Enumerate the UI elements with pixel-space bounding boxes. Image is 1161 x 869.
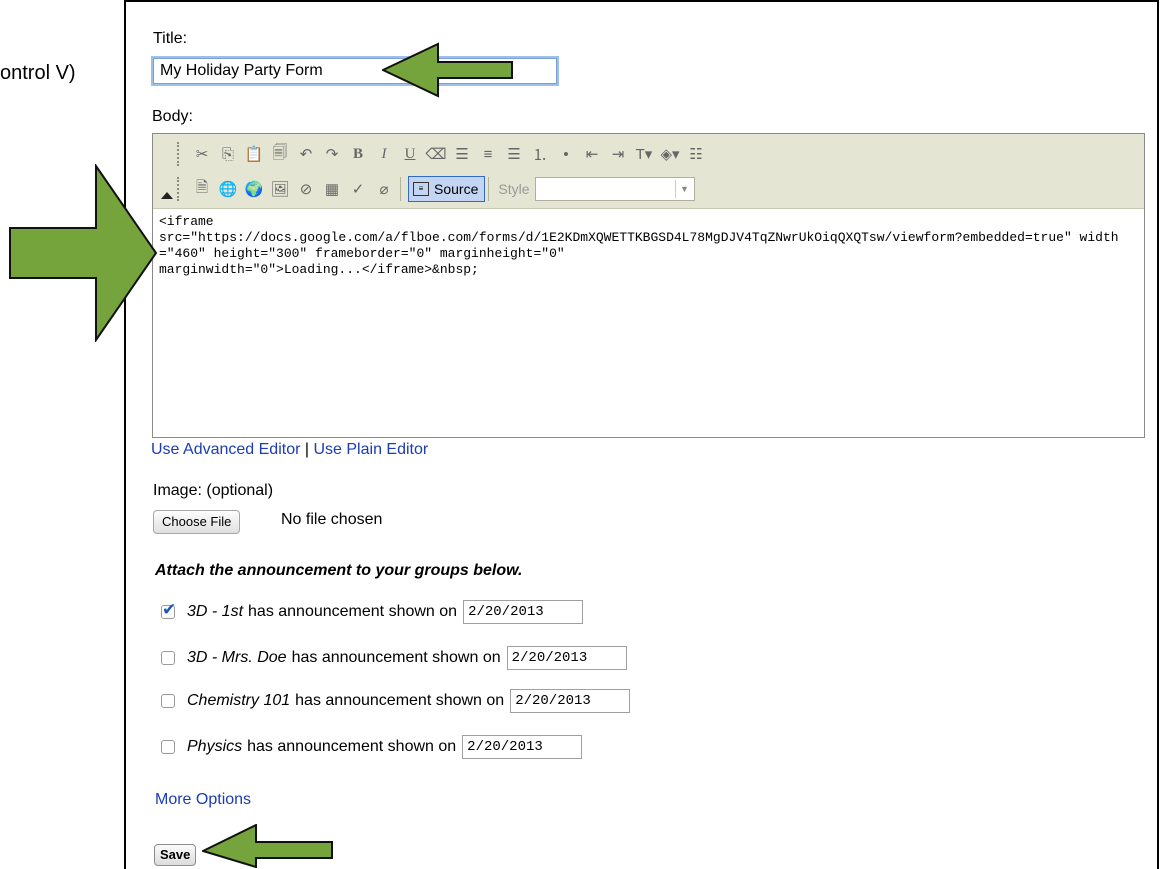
outside-note: ontrol V) xyxy=(0,62,76,84)
attach-heading: Attach the announcement to your groups b… xyxy=(155,562,523,579)
underline-icon[interactable]: U xyxy=(397,142,423,166)
group-name: 3D - Mrs. Doe xyxy=(187,649,287,666)
group-row: Physics has announcement shown on xyxy=(161,733,583,761)
style-select[interactable]: ▼ xyxy=(535,177,696,201)
cut-icon[interactable]: ✂ xyxy=(189,142,215,166)
arrow-right-icon xyxy=(9,164,158,342)
spellcheck-icon[interactable]: ✓ xyxy=(345,177,371,201)
toolbar-separator xyxy=(400,177,401,201)
use-plain-editor-link[interactable]: Use Plain Editor xyxy=(313,441,428,458)
file-status: No file chosen xyxy=(281,511,383,528)
group-checkbox[interactable] xyxy=(161,740,175,754)
align-center-icon[interactable]: ≡ xyxy=(475,142,501,166)
toolbar-collapse-icon[interactable] xyxy=(161,192,173,199)
redo-icon[interactable]: ↷ xyxy=(319,142,345,166)
arrow-left-icon xyxy=(382,42,513,98)
arrow-shape xyxy=(382,42,513,98)
undo-icon[interactable]: ↶ xyxy=(293,142,319,166)
group-date-input[interactable] xyxy=(510,689,631,713)
arrow-shape xyxy=(202,824,333,868)
style-label: Style xyxy=(498,181,530,197)
group-suffix: has announcement shown on xyxy=(248,603,458,620)
group-checkbox[interactable] xyxy=(161,651,175,665)
toolbar-row-2: 🗎 🌐 🌍 🖼 ⊘ ▦ ✓ ⌀ ≡ Source Style ▼ xyxy=(177,174,696,204)
outdent-icon[interactable]: ⇤ xyxy=(579,142,605,166)
group-row: 3D - Mrs. Doe has announcement shown on xyxy=(161,644,627,672)
numbered-list-icon[interactable]: ⒈ xyxy=(527,142,553,166)
editor-toolbar: ✂ ⎘ 📋 🗐 ↶ ↷ B I U ⌫ ☰ ≡ ☰ ⒈ • ⇤ ⇥ T▾ ◈▾ … xyxy=(153,134,1144,209)
more-options-link[interactable]: More Options xyxy=(155,791,251,809)
bold-icon[interactable]: B xyxy=(345,142,371,166)
source-label: Source xyxy=(434,181,479,197)
toolbar-grip xyxy=(177,142,183,166)
table-icon[interactable]: ▦ xyxy=(319,177,345,201)
copy-icon[interactable]: ⎘ xyxy=(215,142,241,166)
align-left-icon[interactable]: ☰ xyxy=(449,142,475,166)
announcement-form: Title: Body: ✂ ⎘ 📋 🗐 ↶ ↷ B I U ⌫ ☰ ≡ ☰ ⒈ xyxy=(124,0,1159,869)
eraser-icon[interactable]: ⌀ xyxy=(371,177,397,201)
group-name: Chemistry 101 xyxy=(187,692,291,709)
chevron-down-icon: ▼ xyxy=(675,180,692,198)
toolbar-separator xyxy=(488,177,490,201)
paste-icon[interactable]: 📋 xyxy=(241,142,267,166)
link-icon[interactable]: 🌐 xyxy=(215,177,241,201)
italic-icon[interactable]: I xyxy=(371,142,397,166)
group-date-input[interactable] xyxy=(506,646,627,670)
group-date-input[interactable] xyxy=(462,735,583,759)
image-icon[interactable]: 🖼 xyxy=(267,177,293,201)
group-suffix: has announcement shown on xyxy=(291,649,501,666)
horizontal-rule-icon[interactable]: ☷ xyxy=(683,142,709,166)
remove-format-icon[interactable]: ⌫ xyxy=(423,142,449,166)
title-label: Title: xyxy=(153,30,188,47)
align-right-icon[interactable]: ☰ xyxy=(501,142,527,166)
source-button[interactable]: ≡ Source xyxy=(408,176,486,202)
choose-file-button[interactable]: Choose File xyxy=(153,510,241,534)
body-source-textarea[interactable]: <iframe src="https://docs.google.com/a/f… xyxy=(159,214,1139,278)
group-checkbox[interactable] xyxy=(161,694,175,708)
unlink-icon[interactable]: 🌍 xyxy=(241,177,267,201)
link-separator: | xyxy=(304,441,310,458)
text-color-icon[interactable]: T▾ xyxy=(631,142,657,166)
group-name: Physics xyxy=(187,738,243,755)
background-color-icon[interactable]: ◈▾ xyxy=(657,142,683,166)
arrow-left-icon xyxy=(202,824,333,868)
group-checkbox[interactable] xyxy=(161,600,176,620)
arrow-shape xyxy=(9,164,158,342)
body-label: Body: xyxy=(152,108,193,125)
indent-icon[interactable]: ⇥ xyxy=(605,142,631,166)
use-advanced-editor-link[interactable]: Use Advanced Editor xyxy=(151,441,300,458)
source-icon: ≡ xyxy=(413,182,429,196)
group-name: 3D - 1st xyxy=(187,603,244,620)
group-date-input[interactable] xyxy=(463,600,584,624)
group-suffix: has announcement shown on xyxy=(247,738,457,755)
group-row: 3D - 1st has announcement shown on xyxy=(161,598,584,626)
editor-mode-links: Use Advanced Editor | Use Plain Editor xyxy=(151,441,428,459)
toolbar-row-1: ✂ ⎘ 📋 🗐 ↶ ↷ B I U ⌫ ☰ ≡ ☰ ⒈ • ⇤ ⇥ T▾ ◈▾ … xyxy=(177,139,709,169)
save-button[interactable]: Save xyxy=(154,844,197,866)
flash-icon[interactable]: ⊘ xyxy=(293,177,319,201)
image-label: Image: (optional) xyxy=(153,482,274,499)
bulleted-list-icon[interactable]: • xyxy=(553,142,579,166)
group-row: Chemistry 101 has announcement shown on xyxy=(161,687,631,715)
paste-word-icon[interactable]: 🗐 xyxy=(267,142,293,166)
rich-text-editor: ✂ ⎘ 📋 🗐 ↶ ↷ B I U ⌫ ☰ ≡ ☰ ⒈ • ⇤ ⇥ T▾ ◈▾ … xyxy=(152,133,1145,438)
toolbar-grip xyxy=(177,177,183,201)
document-icon[interactable]: 🗎 xyxy=(189,177,215,201)
group-suffix: has announcement shown on xyxy=(295,692,505,709)
